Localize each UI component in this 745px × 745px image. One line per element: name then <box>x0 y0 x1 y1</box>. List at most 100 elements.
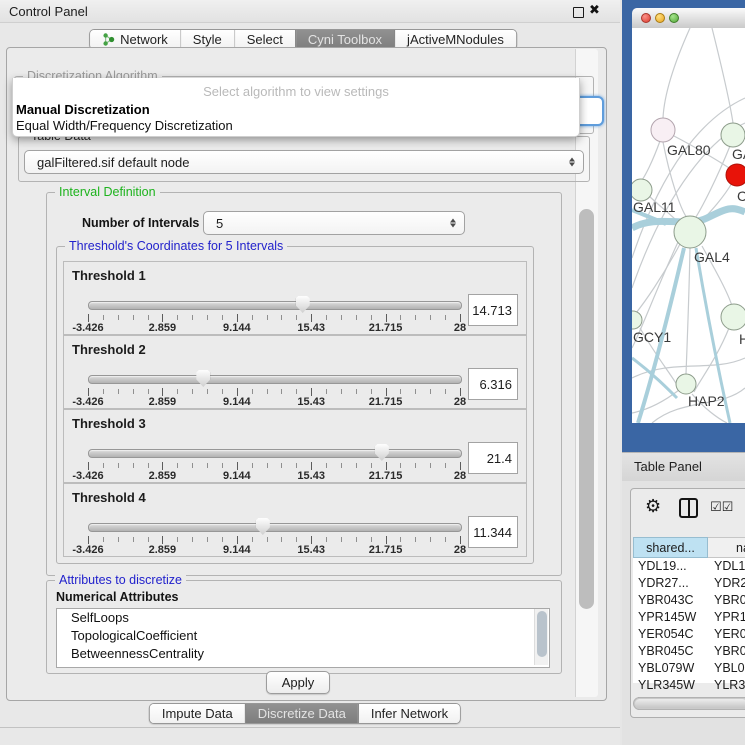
table-data-combo[interactable]: galFiltered.sif default node <box>24 150 584 174</box>
threshold-slider-handle[interactable] <box>296 296 310 313</box>
slider-tick <box>400 315 401 320</box>
table-row[interactable]: YDR27...YDR2 <box>633 575 745 592</box>
table-cell-shared-name: YDL19... <box>638 559 687 573</box>
threshold-value-input[interactable]: 6.316 <box>468 368 518 400</box>
table-row[interactable]: YDL19... YDL1 <box>633 558 745 575</box>
popup-item-manual-discretization[interactable]: Manual Discretization <box>16 102 150 117</box>
slider-tick <box>162 462 163 470</box>
slider-tick <box>252 537 253 542</box>
list-scrollbar[interactable] <box>534 609 548 665</box>
network-node[interactable] <box>674 216 706 248</box>
slider-tick <box>252 389 253 394</box>
table-horizontal-scrollbar[interactable] <box>633 697 745 710</box>
tab-infer-network[interactable]: Infer Network <box>358 704 460 723</box>
slider-tick <box>356 389 357 394</box>
slider-tick <box>118 389 119 394</box>
threshold-slider-handle[interactable] <box>375 444 389 461</box>
network-node[interactable] <box>651 118 675 142</box>
close-traffic-light-icon[interactable] <box>641 13 651 23</box>
tab-discretize-data[interactable]: Discretize Data <box>245 704 358 723</box>
number-of-intervals-combo[interactable]: 5 <box>203 211 465 235</box>
slider-tick <box>445 463 446 468</box>
apply-button[interactable]: Apply <box>266 671 330 694</box>
list-scrollbar-thumb[interactable] <box>537 611 547 657</box>
threshold-slider-track[interactable] <box>88 523 462 532</box>
tab-label: jActiveMNodules <box>407 32 504 47</box>
slider-tick <box>88 388 89 396</box>
table-panel-inner: ⚙ ☑☑ shared... na YDL19... YDL1 YDR27...YD… <box>630 488 745 718</box>
slider-tick <box>311 462 312 470</box>
tab-label: Cyni Toolbox <box>308 32 382 47</box>
slider-scale-label: -3.426 <box>72 544 103 556</box>
slider-tick <box>460 536 461 544</box>
slider-tick <box>356 463 357 468</box>
threshold-label: Threshold 3 <box>72 416 146 431</box>
slider-tick <box>118 463 119 468</box>
gear-icon[interactable]: ⚙ <box>645 497 661 515</box>
tab-impute-data[interactable]: Impute Data <box>150 704 245 723</box>
tab-label: Infer Network <box>371 706 448 721</box>
network-node[interactable] <box>632 311 642 329</box>
slider-tick <box>460 388 461 396</box>
list-item[interactable]: TopologicalCoefficient <box>57 627 549 645</box>
table-horizontal-scrollbar-thumb[interactable] <box>635 699 745 708</box>
slider-tick <box>222 463 223 468</box>
list-item[interactable]: SelfLoops <box>57 609 549 627</box>
threshold-slider-track[interactable] <box>88 375 462 384</box>
threshold-value-input[interactable]: 14.713 <box>468 294 518 326</box>
slider-scale-label: 15.43 <box>297 396 325 408</box>
threshold-slider-handle[interactable] <box>196 370 210 387</box>
slider-tick <box>311 388 312 396</box>
threshold-slider-track[interactable] <box>88 449 462 458</box>
slider-tick <box>326 315 327 320</box>
threshold-label: Threshold 2 <box>72 342 146 357</box>
table-row[interactable]: YPR145WYPR1 <box>633 609 745 626</box>
slider-tick <box>222 315 223 320</box>
slider-tick <box>148 463 149 468</box>
network-node[interactable] <box>676 374 696 394</box>
slider-tick <box>400 463 401 468</box>
threshold-slider-handle[interactable] <box>256 518 270 535</box>
slider-tick <box>430 389 431 394</box>
table-row[interactable]: YBR045CYBR0 <box>633 643 745 660</box>
checkbox-filter-icons[interactable]: ☑☑ <box>710 499 733 515</box>
slider-tick <box>311 536 312 544</box>
table-cell-name: YER0 <box>714 627 745 641</box>
table-row[interactable]: YBR043CYBR0 <box>633 592 745 609</box>
column-header-shared-name[interactable]: shared... <box>633 537 708 558</box>
slider-tick <box>430 315 431 320</box>
threshold-slider-track[interactable] <box>88 301 462 310</box>
network-node[interactable] <box>721 304 745 330</box>
close-icon[interactable]: ✖ <box>589 2 600 18</box>
zoom-traffic-light-icon[interactable] <box>669 13 679 23</box>
minimize-traffic-light-icon[interactable] <box>655 13 665 23</box>
threshold-value-input[interactable]: 21.4 <box>468 442 518 474</box>
slider-tick <box>252 315 253 320</box>
network-canvas[interactable]: GAL80GACGAL11GAL4GCY1HHAP2 <box>632 28 745 423</box>
table-cell-shared-name: YBR043C <box>638 593 694 607</box>
threshold-value-input[interactable]: 11.344 <box>468 516 518 548</box>
slider-tick <box>192 315 193 320</box>
slider-tick <box>133 537 134 542</box>
threshold-row: Threshold 1-3.4262.8599.14415.4321.71528… <box>63 261 527 335</box>
table-cell-name: YDL1 <box>714 559 745 573</box>
control-panel-titlebar: Control Panel <box>0 0 620 23</box>
network-window-titlebar[interactable] <box>632 8 745 29</box>
table-row[interactable]: YLR345WYLR3 <box>633 677 745 694</box>
list-item[interactable]: BetweennessCentrality <box>57 645 549 663</box>
float-window-icon[interactable] <box>573 7 584 18</box>
node-table: shared... na YDL19...YDL1YDR27...YDR2YBR… <box>633 537 745 683</box>
network-node[interactable] <box>632 179 652 201</box>
table-row[interactable]: YBL079WYBL0 <box>633 660 745 677</box>
column-header-name[interactable]: na <box>708 537 745 558</box>
table-row[interactable]: YER054CYER0 <box>633 626 745 643</box>
network-node-selected[interactable] <box>726 164 745 186</box>
columns-icon[interactable] <box>679 498 698 518</box>
network-node[interactable] <box>721 123 745 147</box>
numerical-attributes-list[interactable]: SelfLoopsTopologicalCoefficientBetweenne… <box>56 608 550 668</box>
table-cell-shared-name: YBL079W <box>638 661 694 675</box>
slider-tick <box>148 537 149 542</box>
combo-arrows-icon <box>569 158 575 167</box>
popup-item-equal-width-frequency[interactable]: Equal Width/Frequency Discretization <box>16 118 233 133</box>
vertical-scrollbar-thumb[interactable] <box>579 209 594 609</box>
